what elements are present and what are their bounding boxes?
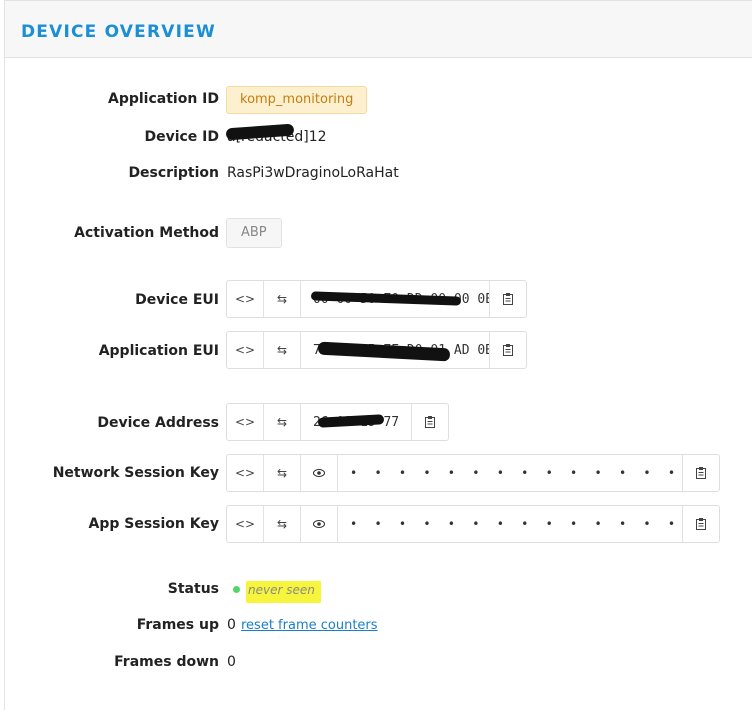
- status-badge: never seen: [246, 581, 321, 603]
- page-title: DEVICE OVERVIEW: [21, 22, 216, 42]
- status-indicator-icon: [233, 586, 240, 593]
- clipboard-copy-icon[interactable]: [489, 332, 526, 368]
- code-toggle-icon[interactable]: <>: [227, 281, 264, 317]
- clipboard-copy-icon[interactable]: [682, 506, 719, 542]
- network-session-key-field: <> ⇆ • • • • • • • • • • • • • • • • • •…: [226, 454, 720, 492]
- clipboard-copy-icon[interactable]: [682, 455, 719, 491]
- code-toggle-icon[interactable]: <>: [227, 404, 264, 440]
- activation-method-label: Activation Method: [74, 225, 219, 241]
- frames-up-label: Frames up: [136, 617, 219, 633]
- byte-order-swap-icon[interactable]: ⇆: [264, 281, 301, 317]
- device-eui-label: Device EUI: [135, 292, 219, 308]
- frames-up-value: 0: [227, 617, 236, 633]
- clipboard-copy-icon[interactable]: [489, 281, 526, 317]
- frames-down-value: 0: [227, 654, 236, 670]
- byte-order-swap-icon[interactable]: ⇆: [264, 455, 301, 491]
- code-toggle-icon[interactable]: <>: [227, 506, 264, 542]
- byte-order-swap-icon[interactable]: ⇆: [264, 332, 301, 368]
- eye-icon[interactable]: [301, 506, 338, 542]
- activation-method-tag: ABP: [226, 218, 282, 248]
- eye-icon[interactable]: [301, 455, 338, 491]
- app-session-key-label: App Session Key: [88, 516, 219, 532]
- status-label: Status: [167, 581, 219, 597]
- network-session-key-value[interactable]: • • • • • • • • • • • • • • • • • • • • …: [338, 455, 682, 491]
- device-address-label: Device Address: [97, 415, 219, 431]
- panel-header: DEVICE OVERVIEW: [5, 1, 752, 58]
- byte-order-swap-icon[interactable]: ⇆: [264, 404, 301, 440]
- app-session-key-value[interactable]: • • • • • • • • • • • • • • • • • • • • …: [338, 506, 682, 542]
- application-eui-label: Application EUI: [98, 343, 219, 359]
- device-id-label: Device ID: [144, 129, 219, 145]
- code-toggle-icon[interactable]: <>: [227, 332, 264, 368]
- app-session-key-field: <> ⇆ • • • • • • • • • • • • • • • • • •…: [226, 505, 720, 543]
- application-id-label: Application ID: [107, 91, 219, 107]
- code-toggle-icon[interactable]: <>: [227, 455, 264, 491]
- description-value: RasPi3wDraginoLoRaHat: [227, 165, 399, 181]
- reset-frame-counters-link[interactable]: reset frame counters: [241, 618, 378, 633]
- clipboard-copy-icon[interactable]: [411, 404, 448, 440]
- byte-order-swap-icon[interactable]: ⇆: [264, 506, 301, 542]
- application-id-tag[interactable]: komp_monitoring: [226, 86, 368, 114]
- frames-down-label: Frames down: [114, 654, 219, 670]
- description-label: Description: [128, 165, 219, 181]
- network-session-key-label: Network Session Key: [52, 465, 219, 481]
